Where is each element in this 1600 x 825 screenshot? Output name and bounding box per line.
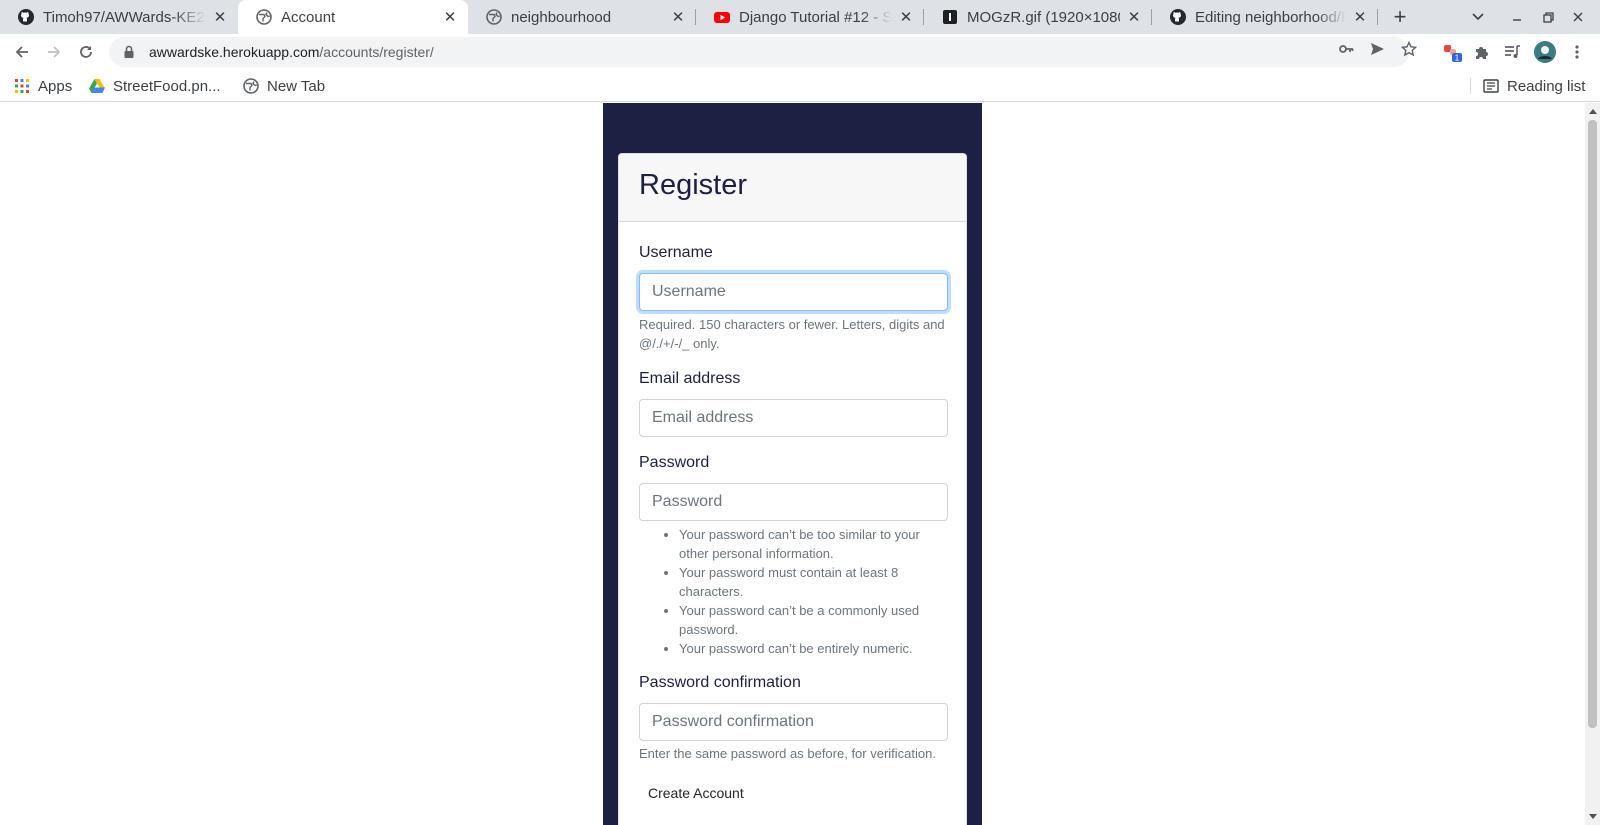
lock-icon[interactable] [121,44,137,60]
password-confirm-help-text: Enter the same password as before, for v… [639,746,936,761]
github-icon [18,9,34,25]
back-button[interactable] [8,38,36,66]
bookmark-new-tab[interactable]: New Tab [243,70,325,102]
email-input[interactable] [639,399,948,437]
password-rule: Your password can’t be too similar to yo… [679,525,948,563]
bookmark-label: New Tab [267,77,326,95]
minimize-icon[interactable] [1506,0,1528,34]
page-scrollbar[interactable] [1585,103,1600,825]
bookmarks-bar: Apps StreetFood.pn... New Tab Reading li… [0,70,1600,102]
apps-grid-icon [14,78,30,94]
image-icon [942,9,958,25]
password-label: Password [639,454,710,471]
youtube-icon [714,9,730,25]
tab-separator [1377,9,1378,25]
reading-list-icon [1483,78,1499,94]
bookmark-apps[interactable]: Apps [14,70,72,102]
reload-button[interactable] [72,38,100,66]
bookmark-label: Apps [38,77,73,95]
email-label: Email address [639,370,741,387]
password-confirm-label: Password confirmation [639,674,801,691]
github-icon [1170,9,1186,25]
url-host: awwardske.herokuapp.com [149,44,320,60]
bookmarks-divider [1470,78,1471,94]
username-help-text: Required. 150 characters or fewer. Lette… [639,317,945,351]
new-tab-button[interactable]: + [1386,0,1414,34]
page-title: Register [639,169,747,201]
media-queue-icon[interactable] [1501,40,1525,64]
avatar[interactable] [1533,40,1557,64]
tab-title: neighbourhood [511,8,612,26]
close-icon[interactable]: ✕ [1352,9,1368,26]
page-viewport: Register Username Required. 150 characte… [0,103,1585,825]
tab-strip: Timoh97/AWWards-KE2 ✕ Account ✕ neighbou… [0,0,1600,34]
tab-account[interactable]: Account ✕ [238,0,468,34]
url-path: /accounts/register/ [319,44,434,60]
password-rule: Your password can’t be a commonly used p… [679,601,948,639]
password-confirm-input[interactable] [639,703,948,741]
tab-editing-neighborhood[interactable]: Editing neighborhood/R ✕ [1152,0,1378,34]
tab-search-icon[interactable] [1466,0,1490,34]
key-icon[interactable] [1338,41,1354,57]
close-icon[interactable]: ✕ [898,9,914,26]
browser-toolbar: awwardske.herokuapp.com/accounts/registe… [0,34,1600,70]
globe-icon [486,9,502,25]
bookmark-streetfood[interactable]: StreetFood.pn... [89,70,221,102]
globe-icon [256,9,272,25]
restore-icon[interactable] [1537,0,1559,34]
password-rule: Your password must contain at least 8 ch… [679,563,948,601]
card-header: Register [619,154,966,222]
close-icon[interactable]: ✕ [1126,9,1142,26]
tab-title: Timoh97/AWWards-KE2 [43,8,205,26]
close-icon[interactable]: ✕ [212,9,228,26]
globe-icon [243,78,259,94]
close-icon[interactable]: ✕ [442,9,458,26]
scroll-up-icon[interactable] [1589,109,1597,114]
send-icon[interactable] [1369,41,1385,57]
star-icon[interactable] [1401,41,1417,57]
extension-icon[interactable]: 1 [1440,40,1464,64]
tab-django-tutorial[interactable]: Django Tutorial #12 - St ✕ [696,0,924,34]
password-rule: Your password can’t be entirely numeric. [679,639,948,658]
close-icon[interactable]: ✕ [670,9,686,26]
window-close-icon[interactable] [1567,0,1589,34]
address-bar[interactable]: awwardske.herokuapp.com/accounts/registe… [109,37,1409,67]
scroll-down-icon[interactable] [1589,814,1597,819]
menu-kebab-icon[interactable] [1565,40,1589,64]
scrollbar-thumb[interactable] [1588,120,1597,728]
tab-mogzr-gif[interactable]: MOGzR.gif (1920×1080) ✕ [924,0,1152,34]
google-drive-icon [89,78,105,94]
reading-list-button[interactable]: Reading list [1483,70,1585,102]
tab-neighbourhood[interactable]: neighbourhood ✕ [468,0,696,34]
forward-button[interactable] [40,38,68,66]
extensions-puzzle-icon[interactable] [1470,40,1494,64]
extension-badge: 1 [1455,54,1460,63]
tab-title: Django Tutorial #12 - St [739,8,892,26]
bookmark-label: StreetFood.pn... [113,77,221,95]
create-account-button[interactable]: Create Account [639,778,759,808]
tab-title: MOGzR.gif (1920×1080) [967,8,1120,26]
tab-timoh97-awwards[interactable]: Timoh97/AWWards-KE2 ✕ [0,0,238,34]
password-input[interactable] [639,483,948,521]
reading-list-label: Reading list [1507,77,1586,95]
username-label: Username [639,244,713,261]
tab-title: Editing neighborhood/R [1195,8,1346,26]
register-card: Register Username Required. 150 characte… [618,153,967,825]
username-input[interactable] [639,273,948,311]
password-rules: Your password can’t be too similar to yo… [639,525,948,658]
tab-title: Account [281,8,336,26]
